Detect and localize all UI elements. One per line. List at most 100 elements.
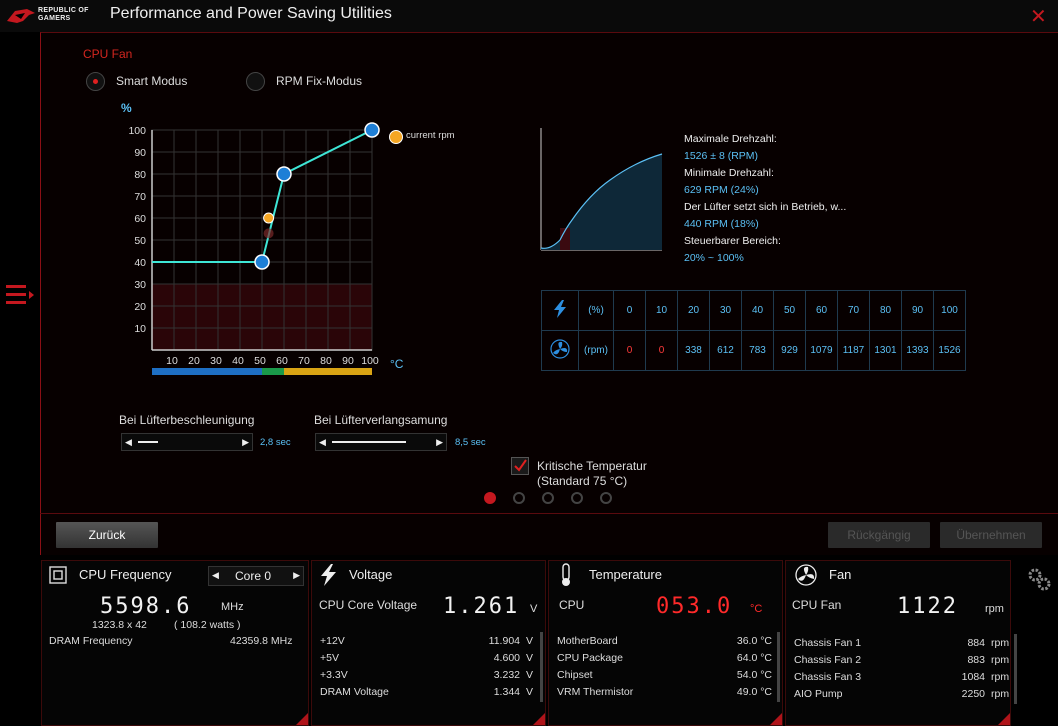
rpm-fix-mode-label: RPM Fix-Modus	[276, 74, 363, 88]
rpm-unit: (rpm)	[578, 330, 614, 371]
panel-expand-corner[interactable]	[770, 713, 782, 725]
temperature-row-value: 64.0 °C	[736, 652, 772, 664]
fan-row-value: 1084	[961, 671, 985, 683]
cpu-fan-unit: rpm	[985, 603, 1004, 615]
start-rpm-label: Der Lüfter setzt sich in Betrieb, w...	[684, 201, 847, 213]
voltage-scrollbar[interactable]	[540, 632, 543, 702]
cpu-frequency-unit: MHz	[221, 601, 244, 613]
x-tick-label: 40	[232, 355, 244, 367]
fan-curve-chart[interactable]: 10 20 30 40 50 60 70 80 90 100 10 20 30 40 50 60 70 80 90 1…	[110, 100, 410, 380]
back-button[interactable]: Zurück	[56, 522, 158, 548]
y-tick-label: 40	[134, 257, 146, 269]
x-tick-label: 20	[188, 355, 200, 367]
cpu-temp-value: 053.0	[656, 594, 733, 619]
voltage-row-value: 11.904	[488, 635, 520, 647]
voltage-row-unit: V	[526, 686, 534, 698]
y-tick-label: 70	[134, 191, 146, 203]
close-icon[interactable]: ✕	[1030, 4, 1047, 29]
decel-left-arrow[interactable]: ◀	[319, 437, 326, 448]
accel-fill	[138, 441, 158, 443]
page-dot-5[interactable]	[600, 492, 612, 504]
voltage-row-unit: V	[526, 669, 534, 681]
decel-slider[interactable]: ◀ ▶	[315, 433, 447, 451]
core-next-arrow[interactable]: ▶	[293, 570, 300, 581]
rpm-cell: 1393	[901, 330, 934, 371]
cpu-core-voltage-unit: V	[530, 603, 538, 615]
x-tick-label: 10	[166, 355, 178, 367]
y-tick-label: 20	[134, 301, 146, 313]
percent-cell: 20	[677, 290, 710, 331]
percent-unit: (%)	[578, 290, 614, 331]
y-tick-label: 10	[134, 323, 146, 335]
y-tick-label: 80	[134, 169, 146, 181]
menu-icon[interactable]	[6, 284, 36, 306]
page-dot-1[interactable]	[484, 492, 496, 504]
accel-right-arrow[interactable]: ▶	[242, 437, 249, 448]
cpu-watts: ( 108.2 watts )	[174, 619, 241, 631]
logo-text: REPUBLIC OF GAMERS	[38, 7, 89, 23]
temperature-scrollbar[interactable]	[777, 632, 780, 702]
dram-frequency-label: DRAM Frequency	[49, 635, 133, 647]
rpm-fix-mode-radio[interactable]	[246, 72, 265, 91]
cpu-multiplier: 1323.8 x 42	[92, 619, 147, 631]
curve-control-point[interactable]	[364, 122, 380, 138]
cpu-core-voltage-label: CPU Core Voltage	[319, 598, 418, 612]
voltage-row-value: 4.600	[493, 652, 520, 664]
decel-right-arrow[interactable]: ▶	[436, 437, 443, 448]
apply-button[interactable]: Übernehmen	[940, 522, 1042, 548]
fan-icon	[795, 564, 817, 586]
curve-control-point[interactable]	[254, 254, 270, 270]
core-selected: Core 0	[235, 569, 272, 583]
fan-row-unit: rpm	[991, 654, 1010, 666]
y-tick-label: 50	[134, 235, 146, 247]
fan-row-unit: rpm	[991, 637, 1010, 649]
y-tick-label: 30	[134, 279, 146, 291]
rpm-cell: 338	[677, 330, 710, 371]
x-tick-label: 90	[342, 355, 354, 367]
cpu-fan-label: CPU Fan	[792, 598, 842, 612]
panel-expand-corner[interactable]	[998, 713, 1010, 725]
temperature-row-label: CPU Package	[557, 652, 623, 664]
current-rpm-trail	[263, 228, 274, 239]
percent-cell: 60	[805, 290, 838, 331]
panel-expand-corner[interactable]	[533, 713, 545, 725]
page-dot-4[interactable]	[571, 492, 583, 504]
smart-mode-label: Smart Modus	[116, 74, 188, 88]
x-tick-label: 100	[361, 355, 379, 367]
page-dot-2[interactable]	[513, 492, 525, 504]
settings-gear-icon[interactable]	[1026, 566, 1052, 592]
fan-row-unit: rpm	[991, 688, 1010, 700]
current-rpm-point	[263, 212, 275, 224]
smart-mode-radio[interactable]	[86, 72, 105, 91]
voltage-row-unit: V	[526, 635, 534, 647]
voltage-row-label: DRAM Voltage	[320, 686, 389, 698]
percent-row: (%) 0 10 20 30 40 50 60 70 80 90 100	[541, 290, 966, 331]
accel-left-arrow[interactable]: ◀	[125, 437, 132, 448]
x-tick-label: 30	[210, 355, 222, 367]
cpu-chip-icon	[49, 566, 67, 584]
accel-slider[interactable]: ◀ ▶	[121, 433, 253, 451]
start-rpm-value: 440 RPM (18%)	[684, 218, 759, 230]
fan-row-label: Chassis Fan 2	[794, 654, 862, 666]
accel-value: 2,8 sec	[260, 437, 291, 448]
app-title: Performance and Power Saving Utilities	[110, 5, 392, 22]
rpm-cell: 0	[645, 330, 678, 371]
percent-cell: 10	[645, 290, 678, 331]
page-dot-3[interactable]	[542, 492, 554, 504]
temperature-row-label: VRM Thermistor	[557, 686, 634, 698]
voltage-title: Voltage	[349, 567, 393, 582]
core-selector[interactable]: ◀ Core 0 ▶	[208, 566, 304, 586]
critical-temp-checkbox[interactable]	[511, 457, 529, 475]
fan-icon	[541, 330, 579, 371]
fan-scrollbar[interactable]	[1014, 634, 1017, 704]
core-prev-arrow[interactable]: ◀	[212, 570, 219, 581]
undo-button[interactable]: Rückgängig	[828, 522, 930, 548]
voltage-row-value: 1.344	[493, 686, 520, 698]
chart-grid	[151, 129, 373, 351]
panel-expand-corner[interactable]	[296, 713, 308, 725]
logo-line-1: REPUBLIC OF	[38, 7, 89, 14]
percent-cell: 100	[933, 290, 966, 331]
cpu-core-voltage-value: 1.261	[443, 594, 520, 619]
curve-control-point[interactable]	[276, 166, 292, 182]
temperature-row-value: 36.0 °C	[736, 635, 772, 647]
